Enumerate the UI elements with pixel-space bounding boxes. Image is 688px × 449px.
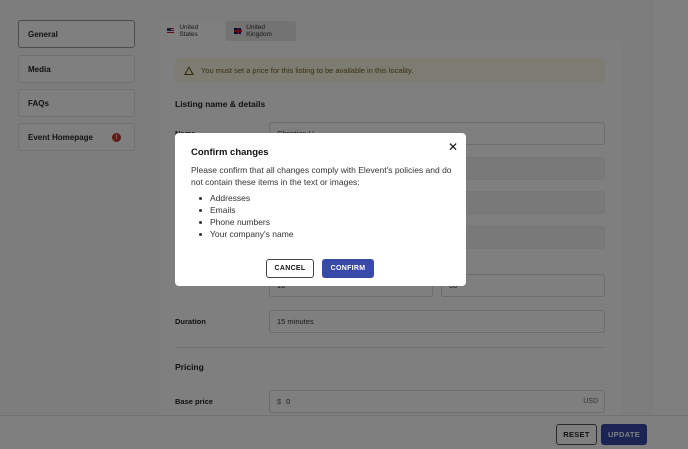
list-item: Emails bbox=[198, 204, 294, 216]
list-item: Your company's name bbox=[198, 228, 294, 240]
list-item: Phone numbers bbox=[198, 216, 294, 228]
prohibited-items-list: Addresses Emails Phone numbers Your comp… bbox=[198, 192, 294, 240]
confirm-button[interactable]: CONFIRM bbox=[322, 259, 374, 278]
dialog-title: Confirm changes bbox=[191, 147, 269, 158]
list-item: Addresses bbox=[198, 192, 294, 204]
dialog-message: Please confirm that all changes comply w… bbox=[191, 165, 452, 187]
cancel-button[interactable]: CANCEL bbox=[266, 259, 314, 278]
confirm-changes-dialog: Confirm changes ✕ Please confirm that al… bbox=[175, 133, 466, 286]
close-icon[interactable]: ✕ bbox=[447, 141, 459, 153]
